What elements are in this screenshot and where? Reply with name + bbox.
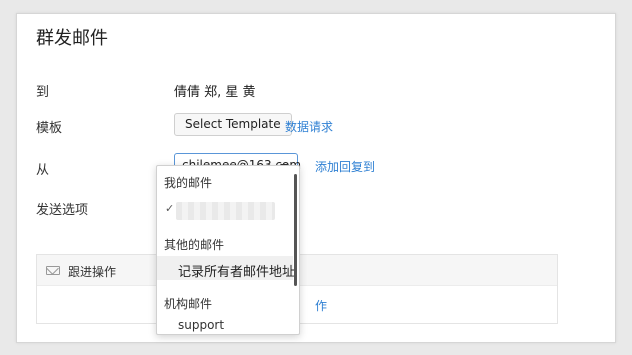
add-reply-to-link[interactable]: 添加回复到 [315, 158, 375, 175]
select-template-button[interactable]: Select Template [174, 113, 292, 136]
send-options-label: 发送选项 [36, 203, 89, 218]
recipients-value: 倩倩 郑, 星 黄 [174, 85, 256, 100]
envelope-icon [46, 266, 60, 275]
dialog-title: 群发邮件 [36, 28, 108, 49]
dropdown-item-record-owner-email[interactable]: 记录所有者邮件地址 [178, 261, 295, 280]
dropdown-group-my-email: 我的邮件 [164, 176, 213, 190]
dropdown-scrollbar[interactable] [294, 174, 297, 286]
dropdown-item-my-email-redacted[interactable] [176, 202, 275, 220]
from-label: 从 [36, 163, 50, 178]
dropdown-item-support[interactable]: support [178, 318, 224, 332]
from-dropdown-menu: 我的邮件 ✓ 其他的邮件 记录所有者邮件地址 机构邮件 support [156, 165, 300, 335]
checkmark-icon: ✓ [165, 202, 175, 215]
to-label: 到 [36, 85, 50, 100]
mass-email-dialog: 群发邮件 到 倩倩 郑, 星 黄 模板 Select Template 数据请求… [16, 13, 616, 343]
dropdown-group-org-email: 机构邮件 [164, 297, 213, 311]
dropdown-group-other-email: 其他的邮件 [164, 238, 225, 252]
followup-panel-title: 跟进操作 [68, 265, 117, 279]
data-request-link[interactable]: 数据请求 [285, 118, 333, 135]
followup-action-link[interactable]: 作 [315, 297, 327, 314]
template-label: 模板 [36, 121, 63, 136]
